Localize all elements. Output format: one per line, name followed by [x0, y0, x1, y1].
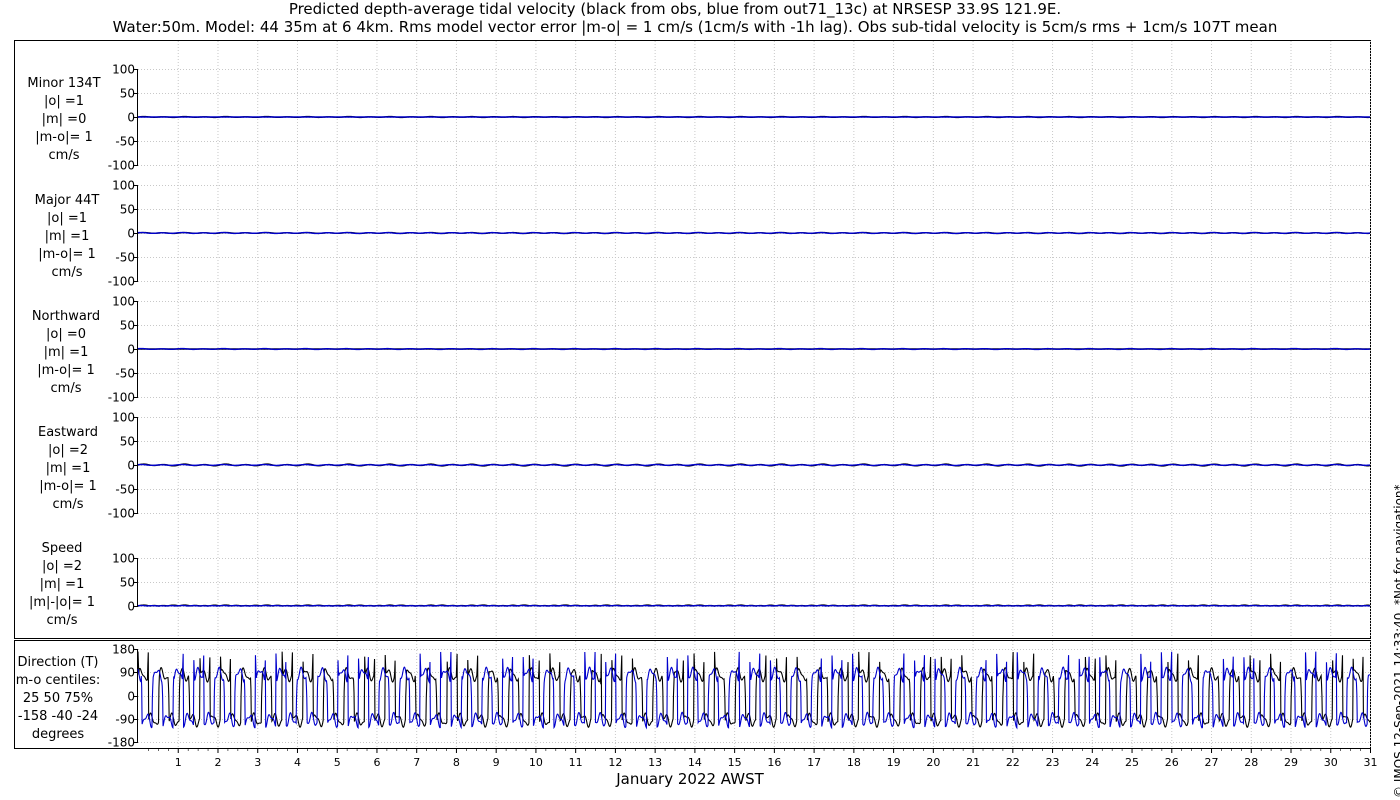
y-tick-label-major--100: -100 [108, 275, 135, 289]
y-tick-label-east-0: 0 [127, 459, 135, 473]
x-tick-label-1: 1 [175, 756, 182, 769]
y-tick-label-major-100: 100 [112, 179, 135, 193]
y-tick-label-speed-0: 0 [127, 600, 135, 614]
y-tick-label-minor-0: 0 [127, 111, 135, 125]
model-trace-major [137, 231, 1371, 235]
x-tick-label-28: 28 [1244, 756, 1258, 769]
x-tick-label-2: 2 [214, 756, 221, 769]
x-tick-label-26: 26 [1165, 756, 1179, 769]
y-tick-label-minor--50: -50 [115, 135, 135, 149]
y-tick-label-speed-100: 100 [112, 552, 135, 566]
x-tick-label-24: 24 [1085, 756, 1099, 769]
x-axis-label: January 2022 AWST [616, 770, 764, 788]
x-tick-label-25: 25 [1125, 756, 1139, 769]
model-trace-north [137, 347, 1371, 351]
y-tick-label-direction-0: 0 [127, 690, 135, 704]
x-tick-label-20: 20 [926, 756, 940, 769]
obs-trace-direction [137, 651, 1371, 729]
y-tick-label-major-50: 50 [120, 203, 135, 217]
x-tick-label-31: 31 [1364, 756, 1378, 769]
x-tick-label-5: 5 [334, 756, 341, 769]
x-tick-label-3: 3 [254, 756, 261, 769]
y-tick-label-east-100: 100 [112, 411, 135, 425]
y-tick-label-direction-180: 180 [112, 643, 135, 657]
x-tick-label-12: 12 [608, 756, 622, 769]
x-tick-label-13: 13 [648, 756, 662, 769]
x-tick-label-18: 18 [847, 756, 861, 769]
y-tick-label-direction-90: 90 [120, 666, 135, 680]
x-tick-label-4: 4 [294, 756, 301, 769]
y-tick-label-east-50: 50 [120, 435, 135, 449]
x-tick-label-29: 29 [1284, 756, 1298, 769]
x-tick-label-8: 8 [453, 756, 460, 769]
x-tick-label-30: 30 [1324, 756, 1338, 769]
y-tick-label-direction--180: -180 [108, 736, 135, 750]
x-tick-label-27: 27 [1205, 756, 1219, 769]
x-tick-label-15: 15 [728, 756, 742, 769]
x-tick-label-17: 17 [807, 756, 821, 769]
x-tick-label-21: 21 [966, 756, 980, 769]
y-tick-label-direction--90: -90 [115, 713, 135, 727]
y-tick-label-east--50: -50 [115, 483, 135, 497]
y-tick-label-north--50: -50 [115, 367, 135, 381]
x-tick-label-10: 10 [529, 756, 543, 769]
x-tick-label-11: 11 [569, 756, 583, 769]
copyright-credit: © IMOS 12-Sep-2021 14:33:40. *Not for na… [1392, 484, 1400, 798]
y-tick-label-north-0: 0 [127, 343, 135, 357]
y-tick-label-north-100: 100 [112, 295, 135, 309]
x-tick-label-7: 7 [413, 756, 420, 769]
y-tick-label-major--50: -50 [115, 251, 135, 265]
y-tick-label-north--100: -100 [108, 391, 135, 405]
y-tick-label-east--100: -100 [108, 507, 135, 521]
x-tick-label-14: 14 [688, 756, 702, 769]
chart-canvas: 100500-50-100100500-50-100100500-50-1001… [14, 40, 1378, 769]
y-tick-label-minor--100: -100 [108, 159, 135, 173]
x-tick-label-19: 19 [887, 756, 901, 769]
y-tick-label-major-0: 0 [127, 227, 135, 241]
x-tick-label-9: 9 [493, 756, 500, 769]
y-tick-label-north-50: 50 [120, 319, 135, 333]
x-tick-label-16: 16 [767, 756, 781, 769]
y-tick-label-minor-50: 50 [120, 87, 135, 101]
model-trace-east [137, 463, 1371, 467]
y-tick-label-minor-100: 100 [112, 63, 135, 77]
x-tick-label-6: 6 [373, 756, 380, 769]
x-tick-label-22: 22 [1006, 756, 1020, 769]
y-tick-label-speed-50: 50 [120, 576, 135, 590]
x-tick-label-23: 23 [1046, 756, 1060, 769]
